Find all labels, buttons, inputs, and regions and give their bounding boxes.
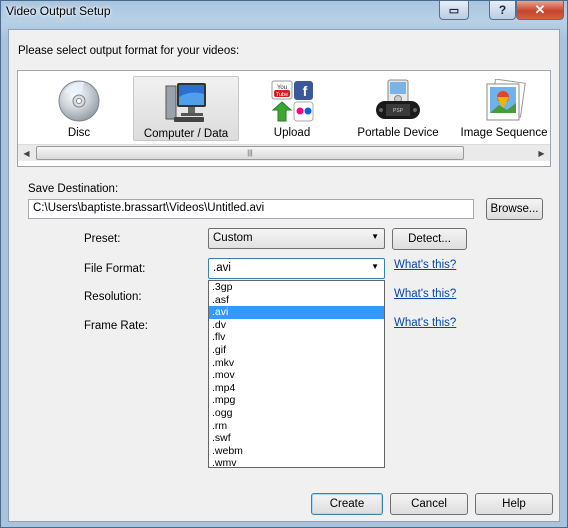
svg-text:Tube: Tube (276, 92, 288, 98)
image-sequence-icon (486, 79, 526, 121)
format-disc[interactable]: Disc (26, 76, 132, 141)
dialog-client: Please select output format for your vid… (8, 29, 560, 522)
format-option[interactable]: .ogg (209, 407, 384, 420)
resolution-help-link[interactable]: What's this? (394, 288, 456, 300)
upload-icon: You Tube f (271, 80, 314, 122)
frame-rate-help-link[interactable]: What's this? (394, 317, 456, 329)
computer-icon (165, 83, 206, 122)
format-option[interactable]: .webm (209, 445, 384, 458)
format-label-portable: Portable Device (357, 127, 439, 139)
grip-icon: ||| (247, 149, 253, 157)
file-format-dropdown-list: .3gp .asf .avi .dv .flv .gif .mkv .mov .mp4 .mpg.… (208, 280, 385, 468)
format-selector: Disc Computer / Data You Tube f Upload P… (17, 70, 551, 167)
close-button[interactable]: ✕ (516, 1, 564, 20)
format-label-image-sequence: Image Sequence (460, 127, 548, 139)
preset-select[interactable]: Custom ▼ (208, 228, 385, 249)
help-button[interactable]: Help (475, 493, 553, 515)
format-option[interactable]: .avi (209, 306, 384, 319)
video-output-setup-window: Video Output Setup ▭ ? ✕ Please select o… (0, 0, 568, 528)
disc-icon (58, 80, 100, 122)
svg-text:PSP: PSP (393, 108, 404, 114)
format-computer-data[interactable]: Computer / Data (133, 76, 239, 141)
format-option[interactable]: .mpg (209, 394, 384, 407)
format-option[interactable]: .asf (209, 294, 384, 307)
format-option[interactable]: .mkv (209, 357, 384, 370)
close-icon: ✕ (534, 2, 546, 17)
cancel-button[interactable]: Cancel (390, 493, 468, 515)
scroll-left-button[interactable]: ◀ (18, 145, 35, 161)
window-title: Video Output Setup (6, 4, 111, 18)
svg-text:f: f (303, 83, 308, 99)
resolution-label: Resolution: (84, 291, 142, 303)
format-option[interactable]: .3gp (209, 281, 384, 294)
format-option[interactable]: .dv (209, 319, 384, 332)
file-format-label: File Format: (84, 263, 146, 275)
scroll-right-button[interactable]: ▶ (533, 145, 550, 161)
chevron-down-icon: ▼ (371, 232, 379, 241)
format-label-disc: Disc (67, 127, 91, 139)
arrow-left-icon: ◀ (23, 148, 30, 158)
file-format-value: .avi (213, 262, 231, 274)
detect-button[interactable]: Detect... (392, 228, 467, 250)
format-option[interactable]: .mp4 (209, 382, 384, 395)
format-upload[interactable]: You Tube f Upload (239, 76, 345, 141)
format-option[interactable]: .mov (209, 369, 384, 382)
help-icon: ? (498, 3, 507, 17)
format-label-computer: Computer / Data (143, 128, 229, 140)
format-label-upload: Upload (273, 127, 311, 139)
format-option[interactable]: .rm (209, 420, 384, 433)
arrow-right-icon: ▶ (538, 148, 545, 158)
restore-button[interactable]: ▭ (439, 1, 469, 20)
format-scrollbar[interactable]: ◀ ||| ▶ (18, 144, 550, 161)
restore-icon: ▭ (448, 4, 460, 17)
preset-label: Preset: (84, 233, 121, 245)
chevron-down-icon: ▼ (371, 262, 379, 271)
file-format-select[interactable]: .avi ▼ (208, 258, 385, 279)
save-path-field[interactable]: C:\Users\baptiste.brassart\Videos\Untitl… (28, 199, 474, 219)
frame-rate-label: Frame Rate: (84, 320, 148, 332)
save-destination-label: Save Destination: (28, 183, 119, 195)
format-option[interactable]: .wmv (209, 457, 384, 467)
format-portable-device[interactable]: PSP Portable Device (345, 76, 451, 141)
format-option[interactable]: .gif (209, 344, 384, 357)
portable-device-icon: PSP (376, 79, 420, 119)
format-prompt: Please select output format for your vid… (18, 45, 240, 57)
create-button[interactable]: Create (311, 493, 383, 515)
preset-value: Custom (213, 232, 253, 244)
format-option[interactable]: .swf (209, 432, 384, 445)
browse-button[interactable]: Browse... (486, 198, 543, 220)
format-image-sequence[interactable]: Image Sequence (451, 76, 557, 141)
file-format-help-link[interactable]: What's this? (394, 259, 456, 271)
format-option[interactable]: .flv (209, 331, 384, 344)
help-title-button[interactable]: ? (489, 1, 516, 20)
title-bar[interactable]: Video Output Setup ▭ ? ✕ (1, 1, 567, 23)
scroll-thumb[interactable]: ||| (36, 146, 464, 160)
